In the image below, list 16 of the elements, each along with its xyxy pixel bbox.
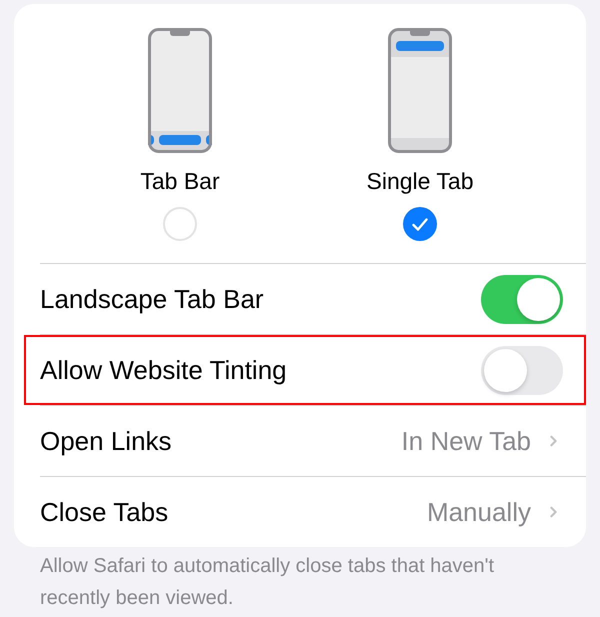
setting-label: Close Tabs bbox=[40, 496, 168, 528]
footer-note: Allow Safari to automatically close tabs that haven't recently been viewed. bbox=[40, 554, 496, 611]
phone-with-bottom-tab-bar-icon bbox=[148, 28, 212, 153]
toggle-switch[interactable] bbox=[481, 346, 563, 394]
setting-label: Allow Website Tinting bbox=[40, 354, 287, 386]
toggle-switch[interactable] bbox=[481, 274, 563, 324]
checkmark-icon bbox=[412, 218, 428, 230]
setting-label: Landscape Tab Bar bbox=[40, 282, 264, 316]
layout-option-label: Tab Bar bbox=[140, 167, 220, 195]
phone-with-top-address-bar-icon bbox=[388, 28, 452, 153]
setting-value: Manually bbox=[426, 496, 531, 528]
setting-label: Open Links bbox=[40, 424, 172, 458]
setting-value: In New Tab bbox=[401, 424, 531, 458]
radio-button[interactable] bbox=[403, 207, 437, 241]
layout-option-label: Single Tab bbox=[366, 167, 474, 195]
radio-button[interactable] bbox=[163, 207, 197, 241]
